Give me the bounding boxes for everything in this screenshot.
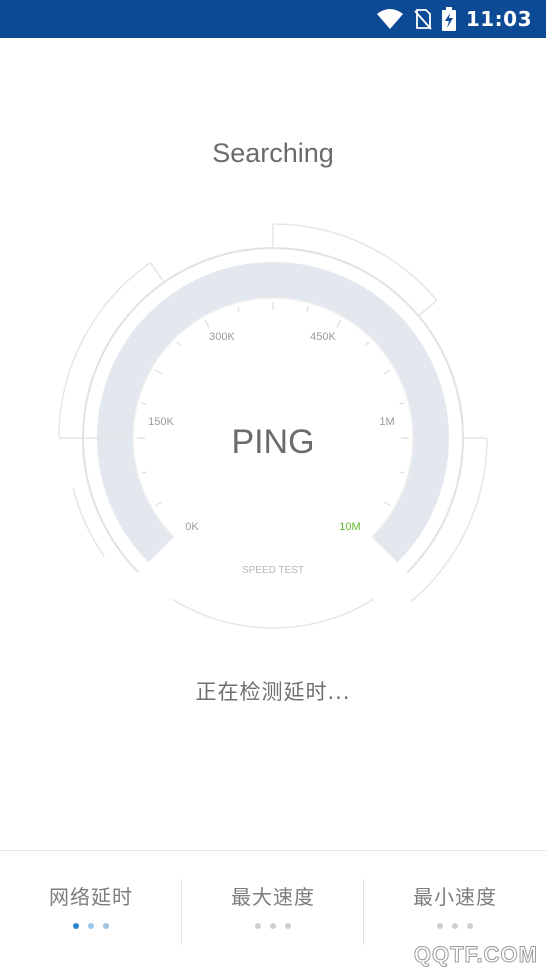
segment-connector [418, 299, 438, 317]
scale-label-1m: 1M [379, 416, 394, 428]
indicator-dot [255, 923, 261, 929]
gauge-tick [204, 319, 210, 328]
gauge-tick [383, 369, 392, 375]
gauge-tick [399, 471, 405, 474]
no-sim-icon [414, 9, 432, 30]
gauge-tick [141, 402, 147, 405]
scale-label-10m: 10M [339, 521, 360, 533]
scale-label-0k: 0K [185, 521, 199, 533]
status-time: 11:03 [465, 7, 532, 31]
scale-label-300k: 300K [209, 331, 235, 343]
indicator-dot [103, 923, 109, 929]
gauge-tick [154, 369, 163, 375]
gauge-segment-lower-left [72, 487, 105, 557]
gauge-tick [383, 501, 392, 507]
indicator-dot [270, 923, 276, 929]
status-icons: 11:03 [376, 0, 532, 38]
tab-min-speed-label: 最小速度 [413, 885, 497, 909]
tab-latency[interactable]: 网络延时 [0, 851, 182, 973]
tab-min-speed-indicator [364, 923, 546, 929]
indicator-dot [73, 923, 79, 929]
gauge-tick [176, 341, 181, 346]
gauge-tick [306, 306, 309, 312]
gauge-tick [399, 402, 405, 405]
indicator-dot [88, 923, 94, 929]
wifi-icon [376, 9, 403, 29]
watermark: QQTF.COM [413, 942, 538, 968]
tab-max-speed[interactable]: 最大速度 [182, 851, 364, 973]
indicator-dot [452, 923, 458, 929]
speed-gauge: 0K 150K 300K 450K 1M 10M PING SPEED TEST [58, 223, 488, 629]
indicator-dot [467, 923, 473, 929]
gauge-center-label: PING [231, 423, 314, 461]
battery-charging-icon [441, 7, 456, 31]
scale-label-450k: 450K [310, 331, 336, 343]
indicator-dot [437, 923, 443, 929]
scale-label-150k: 150K [148, 416, 174, 428]
detecting-status: 正在检测延时... [195, 680, 351, 704]
gauge-tick [154, 501, 163, 507]
tab-latency-indicator [0, 923, 182, 929]
indicator-dot [285, 923, 291, 929]
segment-connector [149, 262, 165, 283]
gauge-band [97, 261, 449, 563]
gauge-tick [141, 471, 147, 474]
status-bar: 11:03 [0, 0, 546, 38]
gauge-tick [237, 306, 240, 312]
tab-max-speed-label: 最大速度 [231, 885, 315, 909]
gauge-sub-label: SPEED TEST [242, 565, 304, 576]
tab-latency-label: 网络延时 [49, 885, 133, 909]
gauge-tick [336, 319, 342, 328]
gauge-bottom-segment [171, 598, 375, 629]
tab-max-speed-indicator [182, 923, 364, 929]
page-title: Searching [212, 138, 334, 168]
gauge-tick [365, 341, 370, 346]
